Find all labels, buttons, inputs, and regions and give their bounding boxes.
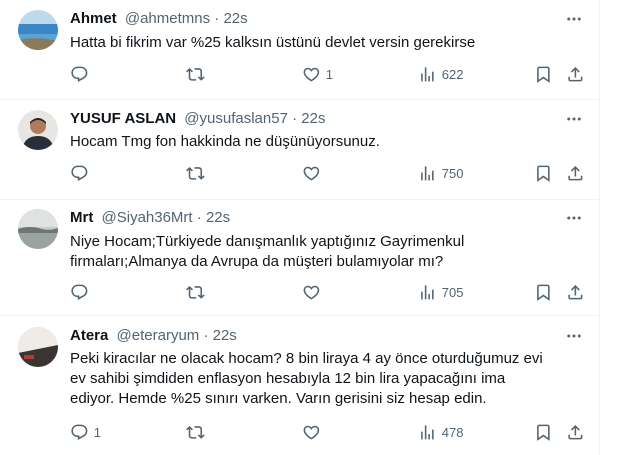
- share-icon: [568, 424, 583, 440]
- timestamp[interactable]: 22s: [301, 110, 325, 127]
- more-icon: [567, 334, 581, 338]
- bookmark-button[interactable]: [534, 282, 553, 302]
- bookmark-button[interactable]: [534, 163, 553, 183]
- author-name[interactable]: YUSUF ASLAN: [70, 110, 176, 127]
- avatar[interactable]: [18, 110, 58, 150]
- author-handle[interactable]: @Siyah36Mrt: [102, 209, 193, 226]
- retweet-button[interactable]: [186, 163, 210, 183]
- views-chart-icon: [421, 165, 434, 181]
- retweet-icon: [186, 425, 205, 439]
- heart-icon: [303, 425, 320, 440]
- bookmark-button[interactable]: [534, 422, 553, 442]
- reply-icon: [71, 284, 88, 300]
- share-icon: [568, 66, 583, 82]
- tweet-text: Hatta bi fikrim var %25 kalksın üstünü d…: [70, 34, 476, 51]
- more-options-button[interactable]: [562, 9, 586, 29]
- bookmark-icon: [537, 66, 550, 83]
- heart-icon: [303, 67, 320, 82]
- retweet-button[interactable]: [186, 282, 210, 302]
- reply-button[interactable]: [70, 64, 94, 84]
- reply-button[interactable]: [70, 163, 94, 183]
- author-handle[interactable]: @ahmetmns: [125, 10, 210, 27]
- avatar[interactable]: [18, 209, 58, 249]
- views-chart-icon: [421, 66, 434, 82]
- like-button[interactable]: [302, 163, 326, 183]
- views-button[interactable]: 478: [418, 422, 463, 442]
- timestamp[interactable]: 22s: [213, 327, 237, 344]
- reply-icon: [71, 66, 88, 82]
- share-button[interactable]: [566, 64, 585, 84]
- bookmark-icon: [537, 424, 550, 441]
- reply-button[interactable]: 1: [70, 422, 101, 442]
- avatar[interactable]: [18, 327, 58, 367]
- separator-dot: ·: [292, 110, 298, 127]
- share-button[interactable]: [566, 422, 585, 442]
- more-icon: [567, 216, 581, 220]
- retweet-button[interactable]: [186, 64, 210, 84]
- tweet-text: Peki kiracılar ne olacak hocam? 8 bin li…: [70, 350, 543, 407]
- tweet-text: Hocam Tmg fon hakkinda ne düşünüyorsunuz…: [70, 133, 380, 150]
- tweet-text: Niye Hocam;Türkiyede danışmanlık yaptığı…: [70, 233, 465, 270]
- heart-icon: [303, 166, 320, 181]
- more-icon: [567, 117, 581, 121]
- timestamp[interactable]: 22s: [223, 10, 247, 27]
- view-count: 622: [441, 66, 464, 82]
- reply-count: 1: [93, 424, 101, 440]
- views-chart-icon: [421, 424, 434, 440]
- reply-button[interactable]: [70, 282, 94, 302]
- tweet[interactable]: Atera @eteraryum · 22s Peki kiracılar ne…: [0, 316, 600, 455]
- retweet-icon: [186, 67, 205, 81]
- separator-dot: ·: [214, 10, 220, 27]
- heart-icon: [303, 285, 320, 300]
- like-count: 1: [325, 66, 333, 82]
- tweet-actions: 705: [70, 282, 590, 302]
- tweet[interactable]: YUSUF ASLAN @yusufaslan57 · 22s Hocam Tm…: [0, 100, 600, 200]
- retweet-button[interactable]: [186, 422, 210, 442]
- reply-icon: [71, 424, 88, 440]
- more-options-button[interactable]: [562, 208, 586, 228]
- share-icon: [568, 284, 583, 300]
- more-icon: [567, 17, 581, 21]
- view-count: 705: [441, 284, 464, 300]
- share-icon: [568, 165, 583, 181]
- share-button[interactable]: [566, 282, 585, 302]
- retweet-icon: [186, 166, 205, 180]
- separator-dot: ·: [203, 327, 209, 344]
- reply-icon: [71, 165, 88, 181]
- author-name[interactable]: Atera: [70, 327, 108, 344]
- like-button[interactable]: 1: [302, 64, 333, 84]
- like-button[interactable]: [302, 422, 326, 442]
- tweet[interactable]: Ahmet @ahmetmns · 22s Hatta bi fikrim va…: [0, 0, 600, 100]
- replies-timeline: Ahmet @ahmetmns · 22s Hatta bi fikrim va…: [0, 0, 600, 455]
- views-button[interactable]: 622: [418, 64, 463, 84]
- views-button[interactable]: 750: [418, 163, 463, 183]
- author-name[interactable]: Mrt: [70, 209, 93, 226]
- author-handle[interactable]: @eteraryum: [117, 327, 200, 344]
- bookmark-icon: [537, 165, 550, 182]
- timestamp[interactable]: 22s: [206, 209, 230, 226]
- separator-dot: ·: [196, 209, 202, 226]
- like-button[interactable]: [302, 282, 326, 302]
- bookmark-icon: [537, 284, 550, 301]
- views-button[interactable]: 705: [418, 282, 463, 302]
- views-chart-icon: [421, 284, 434, 300]
- tweet-actions: 1 622: [70, 64, 590, 84]
- tweet-actions: 1 478: [70, 422, 590, 442]
- view-count: 478: [441, 424, 464, 440]
- bookmark-button[interactable]: [534, 64, 553, 84]
- avatar[interactable]: [18, 10, 58, 50]
- view-count: 750: [441, 165, 464, 181]
- share-button[interactable]: [566, 163, 585, 183]
- retweet-icon: [186, 285, 205, 299]
- more-options-button[interactable]: [562, 109, 586, 129]
- more-options-button[interactable]: [562, 326, 586, 346]
- tweet[interactable]: Mrt @Siyah36Mrt · 22s Niye Hocam;Türkiye…: [0, 200, 600, 316]
- tweet-actions: 750: [70, 163, 590, 183]
- author-name[interactable]: Ahmet: [70, 10, 117, 27]
- author-handle[interactable]: @yusufaslan57: [184, 110, 288, 127]
